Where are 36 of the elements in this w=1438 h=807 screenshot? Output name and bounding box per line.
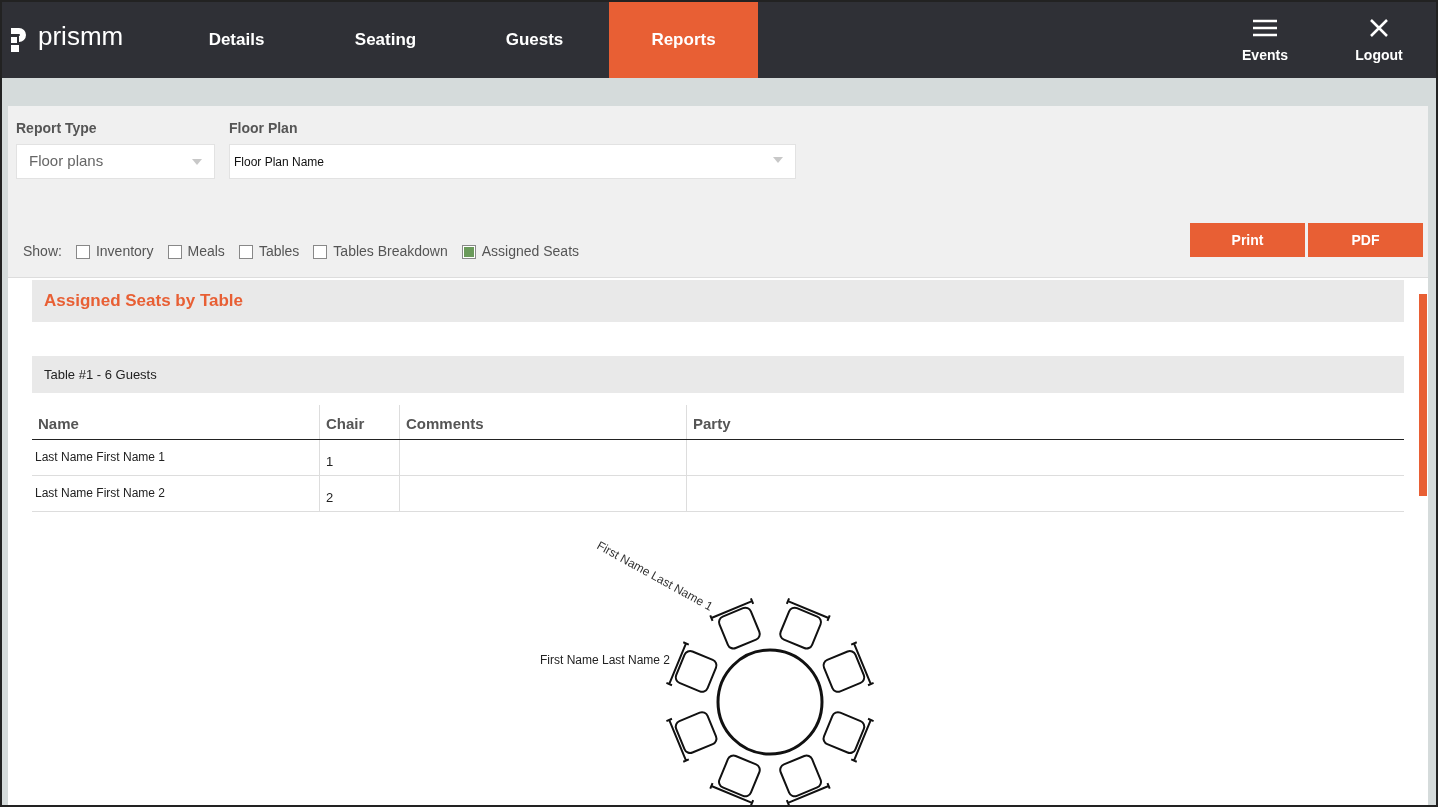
close-icon <box>1370 18 1388 37</box>
report-type-dropdown[interactable]: Floor plans <box>16 144 215 179</box>
checkbox[interactable] <box>313 244 328 259</box>
caret-icon <box>773 157 783 163</box>
column-header: Chair <box>319 405 399 439</box>
field-label: Report Type <box>16 119 98 138</box>
caret-icon <box>192 158 202 165</box>
checkbox[interactable] <box>75 244 90 259</box>
column-header: Party <box>686 405 1404 439</box>
section-title: Assigned Seats by Table <box>44 290 244 313</box>
checkbox[interactable] <box>238 244 253 259</box>
nav-tab[interactable]: Seating <box>311 2 460 78</box>
table-group-title: Table #1 - 6 Guests <box>44 365 157 384</box>
logo-text: prismm <box>38 23 124 49</box>
show-label: Show: <box>23 242 62 261</box>
nav-tab[interactable]: Guests <box>460 2 609 78</box>
checkbox[interactable] <box>167 244 182 259</box>
nav-action-button[interactable]: Events <box>1208 2 1322 78</box>
column-header: Name <box>37 414 80 434</box>
table-cell: Last Name First Name 2 <box>35 486 166 500</box>
table-cell: 1 <box>326 454 334 469</box>
floor-plan-dropdown[interactable]: Floor Plan Name <box>229 144 796 179</box>
checkbox-label: Tables Breakdown <box>333 242 448 261</box>
seat-label: First Name Last Name 2 <box>540 653 671 667</box>
column-header: Comments <box>399 405 686 439</box>
checkbox-label: Meals <box>187 242 225 261</box>
menu-icon <box>1253 18 1277 37</box>
field-label: Floor Plan <box>229 119 299 138</box>
table-cell: 2 <box>326 490 334 505</box>
checkbox-label: Assigned Seats <box>481 242 580 261</box>
nav-action-button[interactable]: Logout <box>1322 2 1436 78</box>
checkbox[interactable] <box>461 244 476 259</box>
checkbox-label: Tables <box>258 242 300 261</box>
checkbox-label: Inventory <box>95 242 154 261</box>
nav-tab[interactable]: Details <box>162 2 311 78</box>
table-cell: Last Name First Name 1 <box>35 450 166 464</box>
